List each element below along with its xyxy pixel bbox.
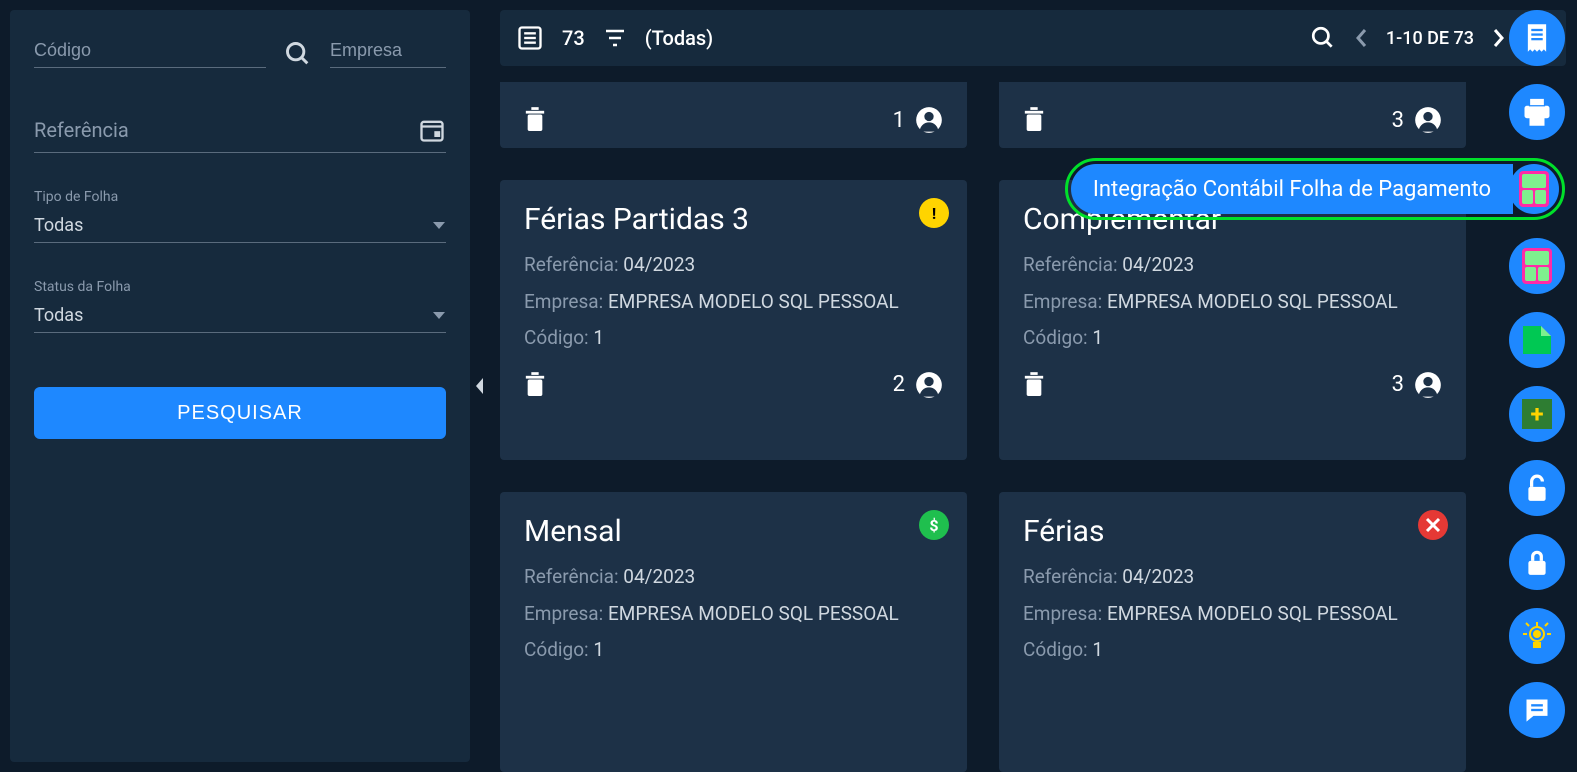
empresa-label: Empresa: (524, 290, 603, 313)
trash-icon (524, 372, 546, 398)
collapse-sidebar-handle[interactable] (473, 376, 485, 396)
card-title: Mensal (524, 514, 903, 549)
fab-idea[interactable] (1509, 608, 1565, 664)
trash-icon (1023, 107, 1045, 133)
empresa-label: Empresa: (524, 602, 603, 625)
search-icon-button[interactable] (284, 40, 312, 68)
tipo-folha-select[interactable]: Todas (34, 209, 446, 243)
note-icon (1523, 326, 1551, 354)
referencia-placeholder: Referência (34, 118, 129, 142)
fab-integracao-label: Integração Contábil Folha de Pagamento (1071, 164, 1513, 214)
card-mensal[interactable]: $ Mensal Referência: 04/2023 Empresa: EM… (500, 492, 967, 772)
filter-sidebar: Referência Tipo de Folha Todas Status da… (10, 10, 470, 762)
search-icon (284, 40, 312, 68)
list-icon[interactable] (516, 24, 544, 52)
trash-icon (1023, 372, 1045, 398)
codigo-input[interactable] (34, 34, 266, 68)
status-warning-icon: ! (919, 198, 949, 228)
codigo-label: Código: (524, 638, 589, 661)
delete-button[interactable] (524, 107, 546, 133)
codigo-value: 1 (593, 326, 604, 349)
ref-value: 04/2023 (623, 565, 695, 588)
fab-calculator[interactable] (1509, 238, 1565, 294)
fab-integracao-highlighted[interactable]: Integração Contábil Folha de Pagamento (1065, 158, 1565, 220)
ref-value: 04/2023 (623, 253, 695, 276)
person-icon (915, 106, 943, 134)
fab-note[interactable] (1509, 312, 1565, 368)
fab-lock[interactable] (1509, 534, 1565, 590)
trash-icon (524, 107, 546, 133)
codigo-value: 1 (593, 638, 604, 661)
status-folha-label: Status da Folha (34, 279, 446, 295)
delete-button[interactable] (1023, 372, 1045, 398)
card-count: 2 (893, 372, 905, 397)
calculator-icon (1522, 248, 1552, 284)
fab-column: Integração Contábil Folha de Pagamento + (1065, 10, 1565, 738)
ref-label: Referência: (524, 253, 619, 276)
delete-button[interactable] (524, 372, 546, 398)
chevron-down-icon (432, 311, 446, 321)
receipt-icon (1522, 22, 1552, 54)
fab-unlock[interactable] (1509, 460, 1565, 516)
ref-label: Referência: (524, 565, 619, 588)
total-count: 73 (562, 26, 585, 50)
lightbulb-gear-icon (1521, 620, 1553, 652)
codigo-label: Código: (524, 326, 589, 349)
delete-button[interactable] (1023, 107, 1045, 133)
card-title: Férias Partidas 3 (524, 202, 903, 237)
card-ferias-partidas-3[interactable]: ! Férias Partidas 3 Referência: 04/2023 … (500, 180, 967, 460)
chat-icon (1523, 696, 1551, 724)
lock-icon (1524, 548, 1550, 576)
fab-chat[interactable] (1509, 682, 1565, 738)
referencia-field[interactable]: Referência (34, 116, 446, 153)
print-icon (1522, 98, 1552, 126)
plus-icon: + (1522, 399, 1552, 429)
status-money-icon: $ (919, 510, 949, 540)
fab-receipt[interactable] (1509, 10, 1565, 66)
card-partial[interactable]: 1 (500, 82, 967, 148)
status-folha-select[interactable]: Todas (34, 299, 446, 333)
calendar-icon (418, 116, 446, 144)
tipo-folha-value: Todas (34, 215, 83, 236)
fab-add[interactable]: + (1509, 386, 1565, 442)
person-icon (915, 371, 943, 399)
tipo-folha-label: Tipo de Folha (34, 189, 446, 205)
fab-integracao[interactable] (1509, 164, 1559, 214)
chevron-down-icon (432, 221, 446, 231)
empresa-value: EMPRESA MODELO SQL PESSOAL (608, 602, 899, 625)
card-count: 1 (893, 108, 905, 133)
status-folha-value: Todas (34, 305, 83, 326)
filter-text: (Todas) (645, 26, 713, 50)
calculator-icon (1519, 171, 1549, 207)
empresa-input[interactable] (330, 34, 446, 68)
chevron-left-icon (473, 376, 485, 396)
empresa-value: EMPRESA MODELO SQL PESSOAL (608, 290, 899, 313)
unlock-icon (1524, 474, 1550, 502)
filter-icon[interactable] (603, 26, 627, 50)
pesquisar-button[interactable]: PESQUISAR (34, 387, 446, 439)
fab-print[interactable] (1509, 84, 1565, 140)
